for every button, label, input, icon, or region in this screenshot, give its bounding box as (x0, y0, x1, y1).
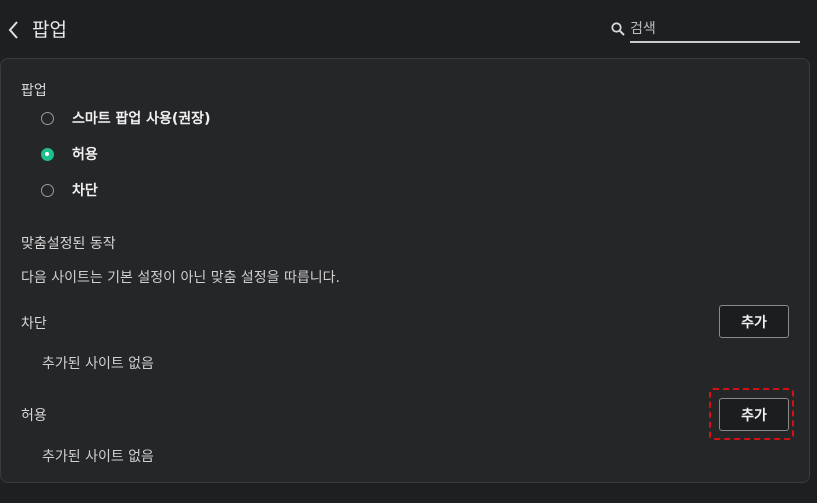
custom-behavior-description: 다음 사이트는 기본 설정이 아닌 맞춤 설정을 따릅니다. (21, 270, 340, 286)
radio-block[interactable]: 차단 (41, 180, 98, 200)
add-allow-site-button[interactable]: 추가 (719, 398, 789, 431)
search-box[interactable] (608, 16, 800, 43)
radio-smart-popup[interactable]: 스마트 팝업 사용(권장) (41, 108, 210, 128)
radio-button[interactable] (41, 183, 54, 197)
popup-section-label: 팝업 (21, 83, 47, 99)
settings-card: 팝업 스마트 팝업 사용(권장) 허용 차단 맞춤설정된 동작 다음 사이트는 … (0, 58, 810, 483)
radio-label: 스마트 팝업 사용(권장) (72, 111, 211, 127)
allow-list-label: 허용 (21, 408, 47, 424)
radio-button[interactable] (41, 111, 54, 125)
custom-behavior-heading: 맞춤설정된 동작 (21, 236, 116, 252)
radio-label: 허용 (72, 147, 98, 163)
back-button[interactable] (5, 19, 23, 41)
search-input[interactable] (630, 16, 800, 43)
radio-label: 차단 (72, 183, 98, 199)
add-block-site-button[interactable]: 추가 (719, 305, 789, 338)
chevron-left-icon (8, 21, 18, 39)
block-list-label: 차단 (21, 316, 47, 332)
page-title: 팝업 (32, 19, 67, 41)
header: 팝업 (0, 0, 817, 58)
allow-list-empty: 추가된 사이트 없음 (42, 449, 154, 465)
radio-allow[interactable]: 허용 (41, 144, 98, 164)
search-icon (611, 22, 625, 36)
block-list-empty: 추가된 사이트 없음 (42, 356, 154, 372)
radio-button-checked[interactable] (41, 147, 54, 161)
